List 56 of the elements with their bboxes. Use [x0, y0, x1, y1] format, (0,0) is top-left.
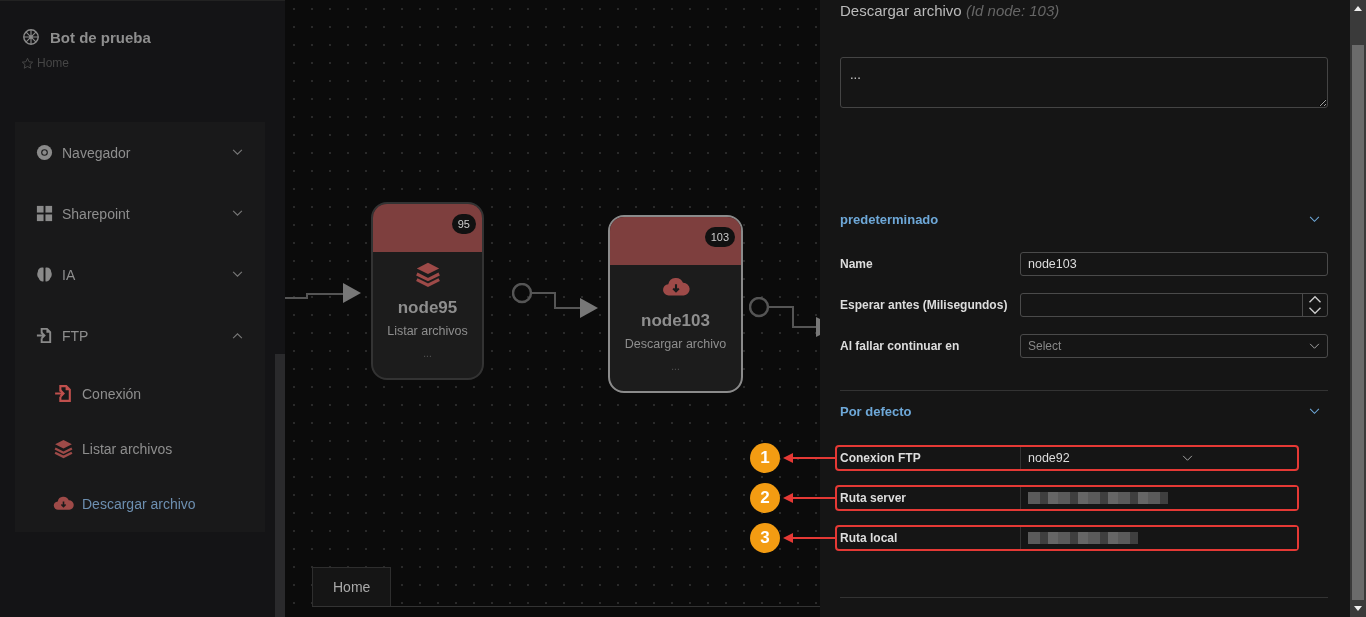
globe-icon	[35, 143, 54, 162]
select-field[interactable]: Select	[1020, 334, 1328, 358]
app-title: Bot de prueba	[50, 28, 151, 46]
chevron-down-icon	[1182, 454, 1193, 462]
node-id-badge: 95	[451, 214, 476, 234]
path-field[interactable]	[1020, 527, 1297, 549]
node-name: node95	[397, 298, 458, 318]
chevron-down-icon[interactable]	[1309, 407, 1320, 415]
file-arrow-icon	[35, 326, 54, 345]
wheel-icon	[22, 28, 40, 46]
layers-icon	[413, 260, 442, 288]
field-label: Ruta server	[840, 491, 908, 505]
brain-icon	[35, 265, 54, 284]
node-type: Listar archivos	[387, 324, 468, 338]
flow-node[interactable]: 95 node95 Listar archivos ...	[371, 202, 484, 380]
node-footer: ...	[423, 348, 432, 359]
path-field[interactable]	[1020, 487, 1297, 509]
description-field[interactable]: ...	[840, 57, 1328, 108]
chevron-down-icon	[1309, 342, 1320, 350]
chevron-up-icon	[232, 332, 243, 339]
menu-item[interactable]: FTP	[15, 305, 265, 366]
section-title[interactable]: Por defecto	[840, 403, 912, 419]
chevron-down-icon[interactable]	[1309, 215, 1320, 223]
scroll-down-icon[interactable]	[1354, 606, 1362, 611]
menu-item[interactable]: Sharepoint	[15, 183, 265, 244]
number-field[interactable]	[1020, 293, 1328, 317]
field-label: Esperar antes (Milisegundos)	[840, 298, 1009, 312]
connector-drawing	[749, 297, 820, 337]
node-name: node103	[641, 311, 710, 331]
node-type: Descargar archivo	[624, 337, 727, 351]
grid-icon	[35, 204, 54, 223]
star-icon	[21, 56, 34, 70]
name-field[interactable]: node103	[1020, 252, 1328, 276]
chevron-down-icon	[232, 271, 243, 278]
scrollbar[interactable]	[275, 354, 285, 617]
submenu-item[interactable]: Descargar archivo	[15, 476, 265, 531]
submenu-item[interactable]: Listar archivos	[15, 421, 265, 476]
menu-item[interactable]: Navegador	[15, 122, 265, 183]
field-label: Conexion FTP	[840, 451, 922, 465]
submenu-item[interactable]: Conexión	[15, 366, 265, 421]
panel-title: Descargar archivo (Id node: 103)	[840, 1, 1061, 20]
file-arrow-icon	[53, 383, 74, 404]
field-label: Al fallar continuar en	[840, 339, 961, 353]
node-footer: ...	[671, 361, 680, 372]
tab[interactable]: Home	[312, 567, 392, 606]
layers-icon	[53, 438, 74, 459]
flow-node[interactable]: 103 node103 Descargar archivo ...	[608, 215, 743, 393]
section-title[interactable]: predeterminado	[840, 211, 939, 227]
field-label: Name	[840, 257, 874, 271]
chevron-down-icon	[232, 210, 243, 217]
node-id-badge: 103	[704, 227, 735, 247]
scroll-up-icon[interactable]	[1354, 6, 1362, 11]
field-label: Ruta local	[840, 531, 899, 545]
menu-item[interactable]: IA	[15, 244, 265, 305]
chevron-down-icon	[232, 149, 243, 156]
scrollbar[interactable]	[1350, 0, 1366, 617]
